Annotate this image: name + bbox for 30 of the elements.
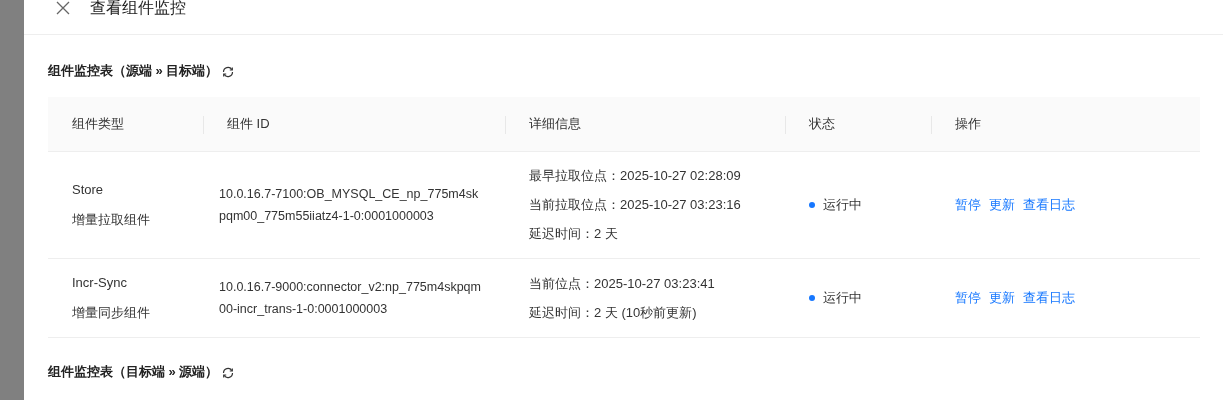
action-link[interactable]: 查看日志	[1023, 289, 1075, 307]
status-text: 运行中	[823, 196, 862, 214]
refresh-icon[interactable]	[222, 65, 235, 78]
column-header: 状态	[785, 97, 931, 152]
section-title: 组件监控表（源端 » 目标端）	[48, 62, 219, 80]
column-header: 详细信息	[505, 97, 785, 152]
refresh-icon[interactable]	[222, 366, 235, 379]
close-icon[interactable]	[56, 1, 70, 15]
drawer-title: 查看组件监控	[90, 0, 186, 16]
component-name: Store	[72, 181, 105, 199]
detail-text: 延迟时间：2 天 (10秒前更新)	[529, 303, 698, 322]
action-link[interactable]: 暂停	[955, 196, 981, 214]
component-id: 10.0.16.7-7100:OB_MYSQL_CE_np_775m4skpqm00_775m55iiatz4-1-0:0001000003	[219, 186, 480, 225]
action-link[interactable]: 暂停	[955, 289, 981, 307]
component-type: 增量拉取组件	[72, 211, 151, 229]
column-header: 操作	[931, 97, 1200, 152]
action-link[interactable]: 查看日志	[1023, 196, 1075, 214]
action-link[interactable]: 更新	[989, 196, 1015, 214]
column-header: 组件 ID	[203, 97, 505, 152]
column-header: 组件类型	[48, 97, 203, 152]
detail-text: 当前拉取位点：2025-10-27 03:23:16	[529, 196, 742, 214]
component-id: 10.0.16.7-9000:connector_v2:np_775m4skpqm00-incr_trans-1-0:0001000003	[219, 279, 481, 318]
detail-text: 最早拉取位点：2025-10-27 02:28:09	[529, 167, 742, 185]
detail-text: 延迟时间：2 天	[529, 225, 619, 243]
action-link[interactable]: 更新	[989, 289, 1015, 307]
section-title: 组件监控表（目标端 » 源端）	[48, 363, 219, 381]
component-name: Incr-Sync	[72, 274, 128, 292]
status-text: 运行中	[823, 289, 862, 307]
component-type: 增量同步组件	[72, 304, 151, 322]
detail-text: 当前位点：2025-10-27 03:23:41	[529, 274, 716, 293]
